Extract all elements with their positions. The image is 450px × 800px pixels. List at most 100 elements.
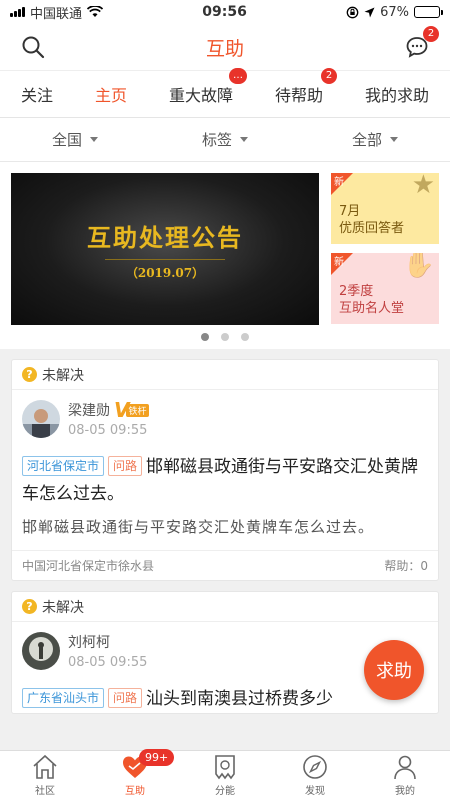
help-count: 0 bbox=[420, 559, 428, 573]
carousel-dot[interactable] bbox=[241, 333, 249, 341]
filter-label: 标签 bbox=[201, 131, 232, 149]
tabbar-discover[interactable]: 发现 bbox=[270, 751, 360, 800]
verified-badge-icon: V 铁杆 bbox=[114, 398, 149, 422]
location-arrow-icon bbox=[364, 7, 375, 17]
tabbar-label: 互助 bbox=[125, 786, 145, 797]
filter-label: 全部 bbox=[351, 131, 382, 149]
banner-divider bbox=[105, 258, 225, 260]
battery-percent: 67% bbox=[380, 4, 409, 20]
post-header: ? 未解决 bbox=[12, 592, 438, 622]
bottom-tab-bar: 社区 互助 99+ 分能 发现 我的 bbox=[0, 749, 450, 800]
caret-down-icon bbox=[390, 137, 398, 142]
filter-label: 全国 bbox=[51, 131, 82, 149]
question-icon: ? bbox=[22, 367, 37, 382]
tabbar-label: 社区 bbox=[35, 786, 55, 797]
rotation-lock-icon bbox=[346, 6, 359, 18]
card-line1: 7月 bbox=[339, 204, 361, 219]
status-bar: 中国联通 09:56 67% bbox=[0, 0, 450, 24]
handshake-icon: ✋ bbox=[402, 253, 435, 280]
help-label: 帮助： bbox=[384, 559, 421, 573]
tab-label: 关注 bbox=[20, 86, 53, 105]
carousel-dot[interactable] bbox=[221, 333, 229, 341]
tabbar-mutual-help[interactable]: 互助 99+ bbox=[90, 749, 180, 800]
tab-label: 我的求助 bbox=[364, 86, 429, 105]
tab-my-requests[interactable]: 我的求助 bbox=[363, 78, 431, 110]
tab-following[interactable]: 关注 bbox=[19, 78, 55, 110]
banner-subtitle: （2019.07） bbox=[125, 265, 205, 280]
tabbar-label: 我的 bbox=[395, 786, 415, 797]
post-location: 中国河北省保定市徐水县 bbox=[22, 559, 155, 573]
tab-badge: … bbox=[229, 68, 247, 84]
post-date: 08-05 09:55 bbox=[68, 423, 148, 438]
tab-awaiting-help[interactable]: 待帮助 2 bbox=[273, 68, 337, 110]
category-tag[interactable]: 问路 bbox=[108, 688, 143, 708]
author-name[interactable]: 刘柯柯 bbox=[68, 632, 110, 652]
tab-label: 待帮助 bbox=[274, 86, 323, 105]
nav-bar: 互助 2 bbox=[0, 24, 450, 70]
category-tabs: 关注 主页 重大故障 … 待帮助 2 我的求助 bbox=[0, 68, 450, 118]
post-status: 未解决 bbox=[42, 367, 84, 384]
post-body: 邯郸磁县政通街与平安路交汇处黄牌车怎么过去。 bbox=[22, 518, 375, 536]
page-title: 互助 bbox=[205, 37, 244, 60]
filter-status-dropdown[interactable]: 全部 bbox=[300, 129, 450, 150]
card-line2: 优质回答者 bbox=[339, 221, 405, 236]
post-title[interactable]: 河北省保定市 问路 邯郸磁县政通街与平安路交汇处黄牌车怎么过去。 bbox=[12, 438, 438, 508]
avatar[interactable] bbox=[22, 400, 60, 438]
help-post[interactable]: ? 未解决 梁建勋 V 铁杆 08-05 09:55 河北省保定市 问路 邯郸磁县政通… bbox=[11, 359, 439, 581]
caret-down-icon bbox=[240, 137, 248, 142]
home-icon bbox=[33, 754, 57, 779]
verified-badge-label: 铁杆 bbox=[126, 403, 149, 417]
new-label: 新 bbox=[334, 177, 344, 188]
tab-major-faults[interactable]: 重大故障… bbox=[167, 68, 247, 110]
announcement-banner[interactable]: 互助处理公告 （2019.07） bbox=[11, 173, 319, 325]
person-icon bbox=[394, 755, 416, 780]
tabbar-label: 发现 bbox=[305, 786, 325, 797]
search-icon bbox=[22, 36, 45, 59]
tabbar-community[interactable]: 社区 bbox=[0, 751, 90, 800]
avatar[interactable] bbox=[22, 632, 60, 670]
banner-section: 互助处理公告 （2019.07） 新 ★ 7月 优质回答者 新 ✋ 2季度 互助… bbox=[0, 162, 450, 349]
filter-tag-dropdown[interactable]: 标签 bbox=[150, 129, 300, 150]
carousel-dot-active[interactable] bbox=[201, 333, 209, 341]
carousel-indicator bbox=[11, 325, 439, 343]
post-author: 梁建勋 V 铁杆 08-05 09:55 bbox=[12, 390, 438, 438]
question-icon: ? bbox=[22, 599, 37, 614]
post-footer: 中国河北省保定市徐水县 帮助：0 bbox=[12, 550, 438, 580]
tab-label: 主页 bbox=[94, 86, 127, 105]
post-date: 08-05 09:55 bbox=[68, 655, 148, 670]
message-count-badge: 2 bbox=[423, 26, 439, 42]
top-answerers-card[interactable]: 新 ★ 7月 优质回答者 bbox=[331, 173, 439, 244]
author-name[interactable]: 梁建勋 bbox=[68, 400, 110, 420]
card-line1: 2季度 bbox=[339, 284, 374, 299]
post-status: 未解决 bbox=[42, 599, 84, 616]
filter-region-dropdown[interactable]: 全国 bbox=[0, 129, 150, 150]
tabbar-profile[interactable]: 我的 bbox=[360, 751, 450, 800]
battery-icon bbox=[414, 6, 443, 18]
location-tag[interactable]: 河北省保定市 bbox=[22, 456, 105, 476]
filter-bar: 全国 标签 全部 bbox=[0, 118, 450, 162]
tab-badge: 2 bbox=[321, 68, 337, 84]
search-button[interactable] bbox=[18, 32, 48, 62]
compass-icon bbox=[303, 755, 327, 779]
new-label: 新 bbox=[334, 257, 344, 268]
tab-home[interactable]: 主页 bbox=[93, 78, 129, 110]
signal-icon bbox=[10, 7, 25, 17]
trophy-icon: ★ bbox=[411, 173, 435, 200]
card-line2: 互助名人堂 bbox=[339, 301, 405, 316]
category-tag[interactable]: 问路 bbox=[108, 456, 143, 476]
ask-for-help-button[interactable]: 求助 bbox=[364, 640, 424, 700]
wifi-icon bbox=[87, 6, 104, 17]
clock: 09:56 bbox=[202, 4, 247, 20]
tabbar-label: 分能 bbox=[215, 786, 235, 797]
post-header: ? 未解决 bbox=[12, 360, 438, 390]
hall-of-fame-card[interactable]: 新 ✋ 2季度 互助名人堂 bbox=[331, 253, 439, 324]
location-tag[interactable]: 广东省汕头市 bbox=[22, 688, 105, 708]
tabbar-score[interactable]: 分能 bbox=[180, 751, 270, 800]
score-icon bbox=[215, 755, 235, 780]
notification-badge: 99+ bbox=[139, 749, 175, 766]
banner-title: 互助处理公告 bbox=[87, 222, 243, 252]
messages-button[interactable]: 2 bbox=[402, 26, 439, 62]
help-counter: 帮助：0 bbox=[384, 557, 428, 574]
caret-down-icon bbox=[90, 137, 98, 142]
post-title-text: 汕头到南澳县过桥费多少 bbox=[146, 689, 334, 709]
